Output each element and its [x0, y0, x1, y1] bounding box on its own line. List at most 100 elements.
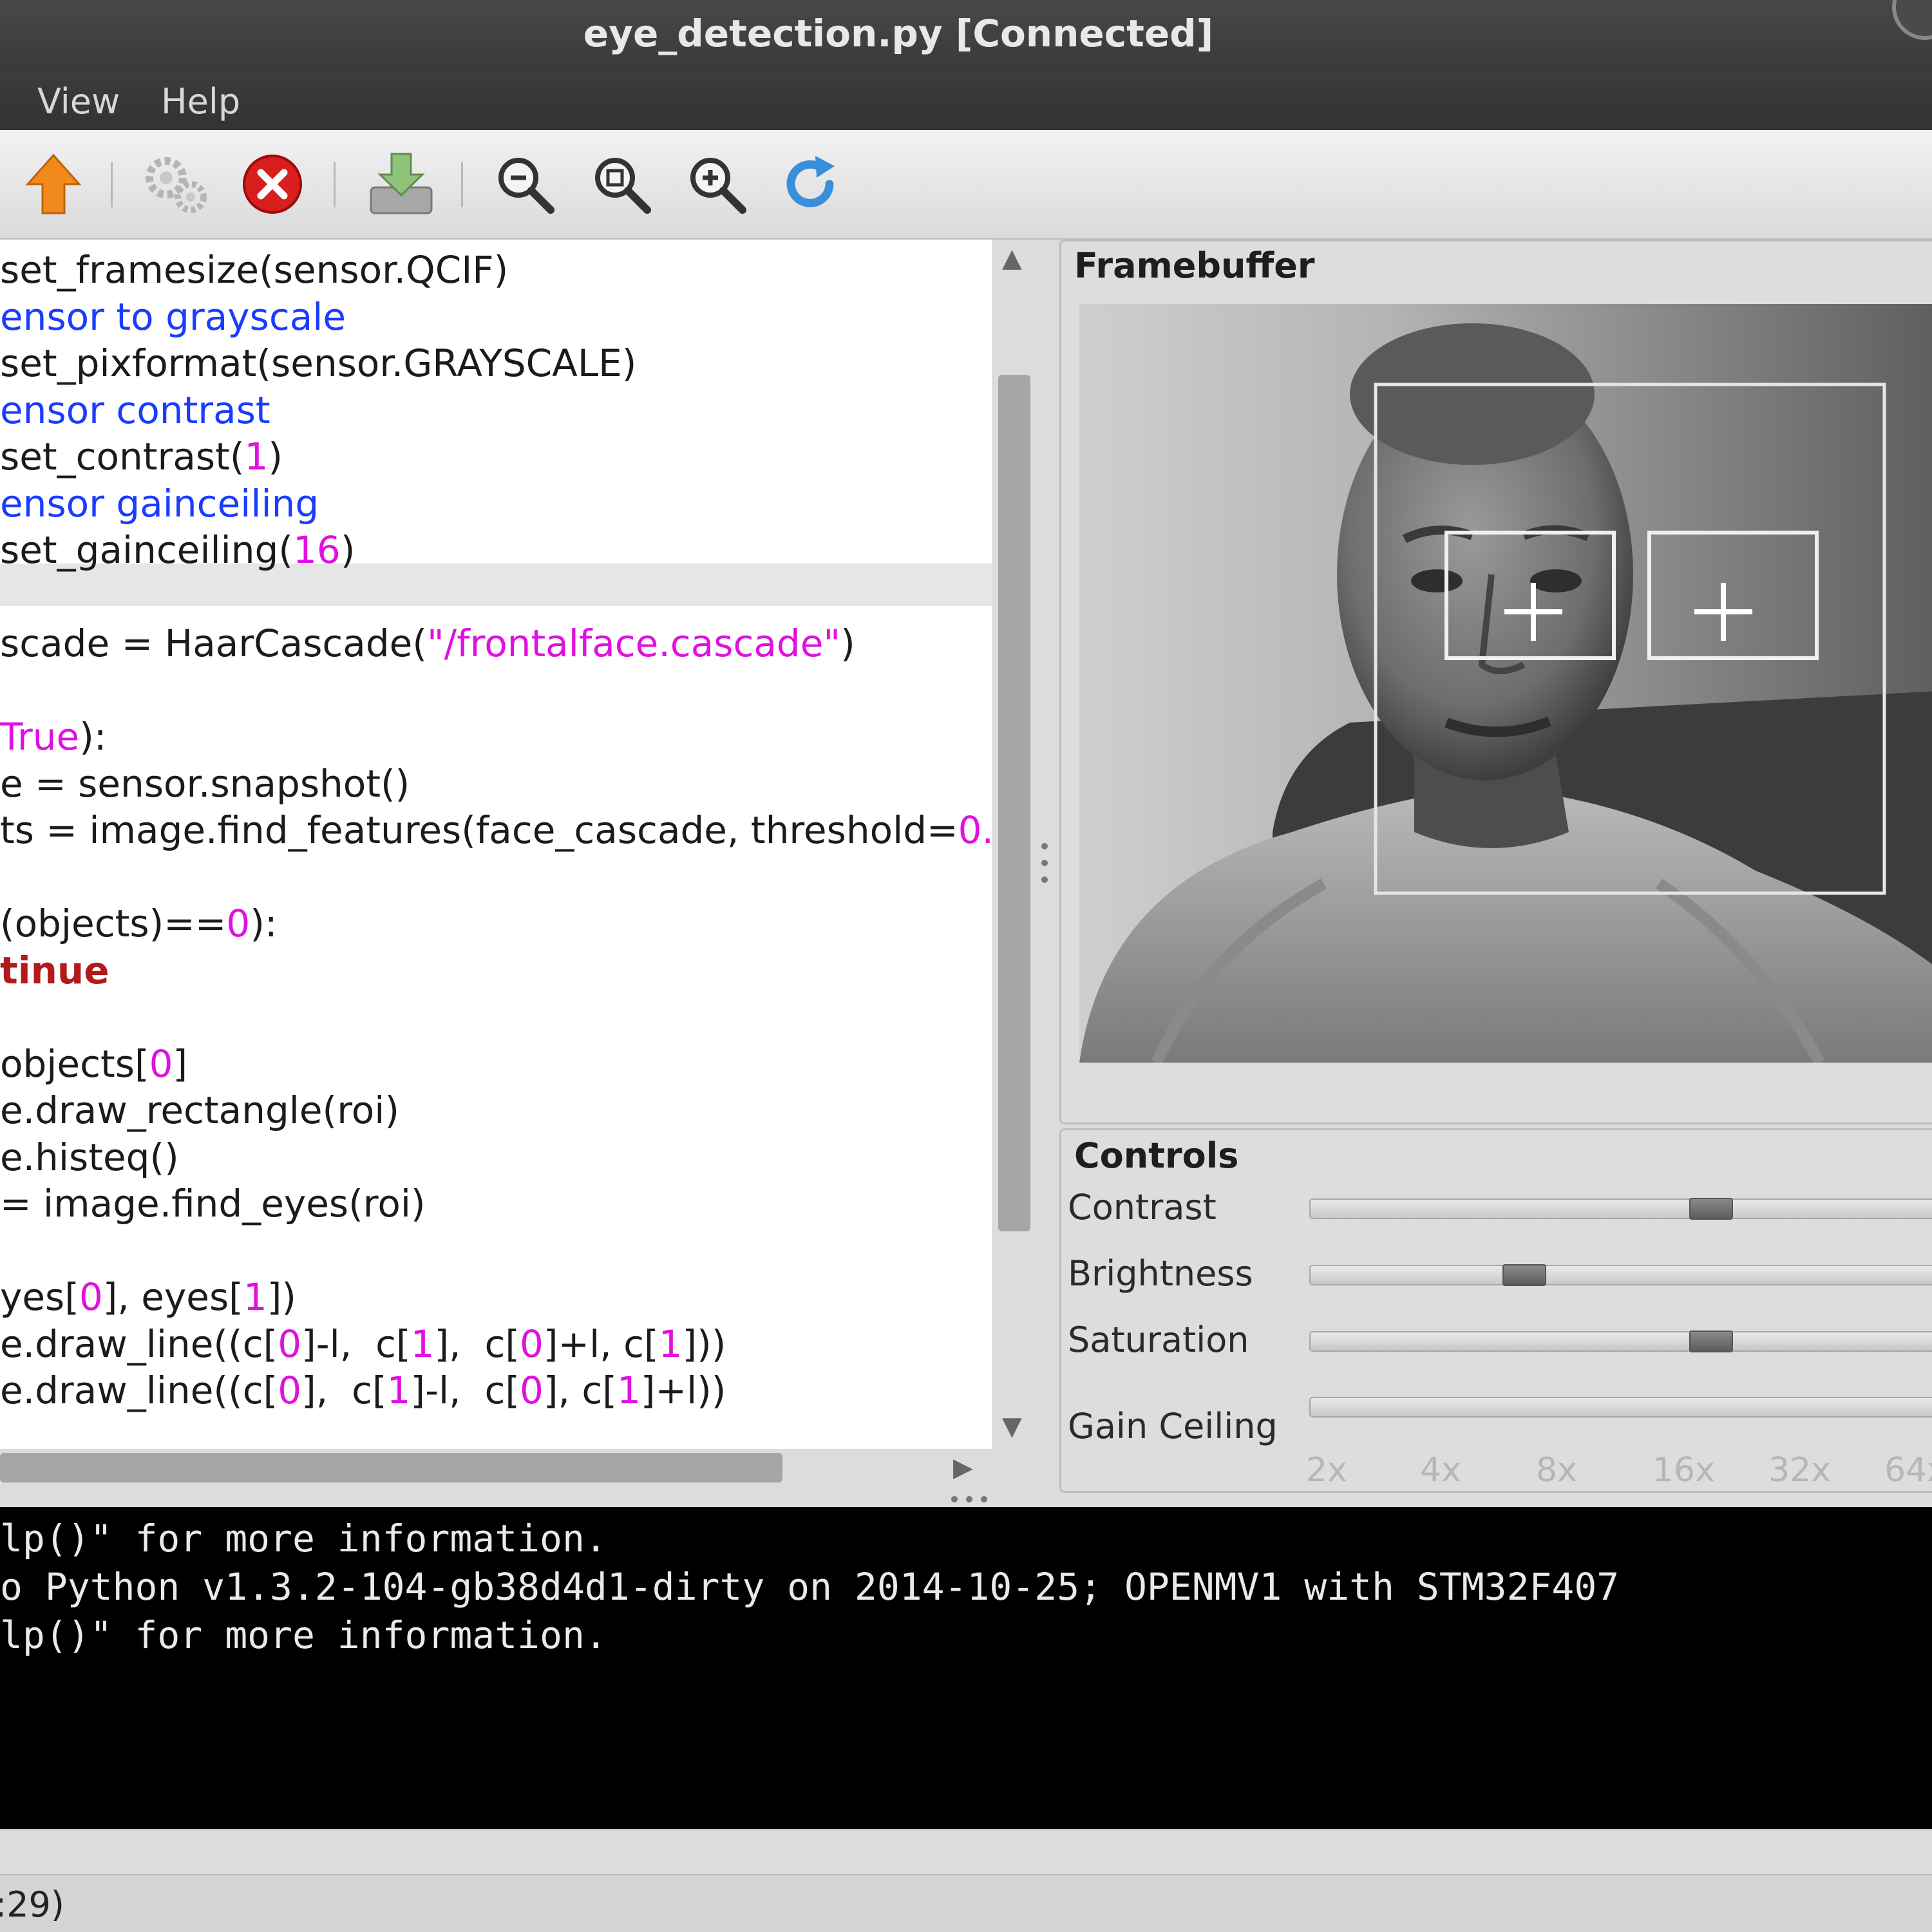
code-token: ) — [840, 621, 855, 665]
code-editor[interactable]: set_framesize(sensor.QCIF) ensor to grays… — [0, 240, 992, 1449]
contrast-slider[interactable] — [1309, 1198, 1932, 1220]
code-token: ) — [268, 435, 283, 478]
code-line: ts = image.find_features(face_cascade, t… — [0, 808, 992, 853]
code-token: 1 — [243, 1275, 267, 1319]
code-token: ensor to grayscale — [0, 294, 346, 339]
code-token: ts = image.find_features(face_cascade, t… — [0, 808, 958, 852]
save-download-icon[interactable] — [366, 130, 437, 238]
code-token: (objects)== — [0, 902, 227, 945]
toolbar-separator — [111, 162, 113, 207]
menu-bar: : View Help — [0, 71, 1932, 130]
scroll-right-arrow-icon[interactable]: ▶ — [953, 1453, 973, 1482]
gain-tick-label: 32x — [1768, 1451, 1831, 1490]
controls-panel: Controls Contrast Brightness Saturation … — [1059, 1128, 1932, 1493]
code-token: 1 — [658, 1321, 683, 1366]
code-token: ], c[ — [434, 1321, 520, 1366]
zoom-out-icon[interactable] — [489, 130, 560, 238]
controls-title: Controls — [1074, 1135, 1239, 1176]
code-line: e.draw_line((c[0]-l, c[1], c[0]+l, c[1])… — [0, 1321, 726, 1367]
code-token: objects[ — [0, 1041, 149, 1086]
code-token: ])) — [682, 1321, 726, 1366]
saturation-slider[interactable] — [1309, 1331, 1932, 1352]
code-token: set_pixformat(sensor.GRAYSCALE) — [0, 341, 637, 385]
code-token: 0 — [278, 1321, 302, 1366]
code-token: 0 — [149, 1041, 173, 1086]
brightness-label: Brightness — [1068, 1253, 1253, 1294]
ide-window: eye_detection.py [Connected] : View Help — [0, 0, 1932, 1932]
framebuffer-title: Framebuffer — [1074, 245, 1315, 286]
code-token: ) — [340, 528, 355, 572]
code-token: = image.find_eyes(roi) — [0, 1182, 426, 1226]
editor-vertical-scrollbar[interactable]: ▲ ▼ — [994, 240, 1032, 1449]
framebuffer-panel: Framebuffer — [1059, 240, 1932, 1124]
zoom-fit-icon[interactable] — [586, 130, 657, 238]
code-token: True — [0, 715, 80, 759]
menu-item-edge[interactable]: : — [0, 81, 1, 122]
gain-tick-label: 4x — [1420, 1451, 1461, 1490]
scroll-down-arrow-icon[interactable]: ▼ — [1002, 1412, 1022, 1441]
code-line: set_framesize(sensor.QCIF) — [0, 247, 508, 292]
contrast-label: Contrast — [1068, 1187, 1217, 1227]
code-token: 1 — [386, 1368, 411, 1412]
code-token: ): — [250, 902, 278, 945]
gain-ceiling-slider[interactable] — [1309, 1397, 1932, 1417]
code-line: yes[0], eyes[1]) — [0, 1274, 296, 1320]
code-token: 1 — [616, 1368, 641, 1412]
code-token: ], c[ — [301, 1368, 387, 1412]
refresh-icon[interactable] — [776, 130, 847, 238]
status-bar: :29) — [0, 1874, 1932, 1932]
code-token: e = sensor.snapshot() — [0, 761, 410, 806]
title-bar: eye_detection.py [Connected] — [0, 0, 1932, 71]
window-title: eye_detection.py [Connected] — [583, 12, 1214, 55]
settings-gears-icon[interactable] — [140, 130, 211, 238]
saturation-label: Saturation — [1068, 1320, 1249, 1360]
code-token: e.draw_line((c[ — [0, 1321, 278, 1366]
menu-help[interactable]: Help — [161, 81, 240, 122]
serial-terminal[interactable]: lp()" for more information. o Python v1.… — [0, 1507, 1932, 1829]
gain-ceiling-label: Gain Ceiling — [1068, 1406, 1278, 1446]
gain-tick-label: 16x — [1653, 1451, 1715, 1490]
code-token: e.histeq() — [0, 1135, 179, 1179]
menu-view[interactable]: View — [37, 81, 120, 122]
code-token: ): — [79, 715, 107, 759]
code-token: scade = HaarCascade( — [0, 621, 427, 665]
code-token: ]) — [267, 1275, 296, 1319]
editor-horizontal-scrollbar[interactable]: ▶ — [0, 1449, 992, 1486]
code-token: 0 — [520, 1368, 544, 1412]
terminal-line: o Python v1.3.2-104-gb38d4d1-dirty on 20… — [0, 1565, 1620, 1609]
framebuffer-image — [1079, 304, 1932, 1063]
code-token: ensor gainceiling — [0, 481, 319, 526]
window-control-button[interactable] — [1892, 0, 1932, 40]
code-line: (objects)==0): — [0, 901, 277, 946]
status-area — [0, 1829, 1932, 1875]
horizontal-splitter-handle[interactable] — [947, 1493, 992, 1506]
contrast-slider-handle[interactable] — [1689, 1198, 1733, 1220]
saturation-slider-handle[interactable] — [1689, 1331, 1733, 1352]
terminal-line: lp()" for more information. — [0, 1517, 607, 1560]
terminal-line: lp()" for more information. — [0, 1613, 607, 1657]
gain-tick-label: 2x — [1306, 1451, 1347, 1490]
upload-arrow-icon[interactable] — [18, 130, 89, 238]
code-token: set_gainceiling( — [0, 528, 293, 572]
code-token: set_contrast( — [0, 435, 245, 478]
code-token: 0 — [278, 1368, 302, 1412]
code-line: set_contrast(1) — [0, 434, 283, 479]
code-line: ensor gainceiling — [0, 481, 319, 526]
brightness-slider-handle[interactable] — [1502, 1264, 1546, 1286]
brightness-slider[interactable] — [1309, 1264, 1932, 1286]
code-token: ] — [173, 1041, 188, 1086]
vertical-scroll-thumb[interactable] — [998, 375, 1030, 1231]
code-token: set_framesize(sensor.QCIF) — [0, 248, 509, 292]
code-token: e.draw_rectangle(roi) — [0, 1088, 399, 1132]
stop-icon[interactable] — [237, 130, 308, 238]
scroll-up-arrow-icon[interactable]: ▲ — [1002, 243, 1022, 273]
zoom-in-icon[interactable] — [681, 130, 752, 238]
vertical-splitter-handle[interactable] — [1038, 837, 1051, 889]
code-token: tinue — [0, 948, 109, 992]
horizontal-scroll-thumb[interactable] — [0, 1453, 782, 1482]
code-line: = image.find_eyes(roi) — [0, 1181, 426, 1226]
gain-tick-label: 64x — [1884, 1451, 1932, 1490]
code-token: ], eyes[ — [102, 1275, 243, 1319]
code-token: ]-l, c[ — [410, 1368, 520, 1412]
toolbar — [0, 130, 1932, 240]
